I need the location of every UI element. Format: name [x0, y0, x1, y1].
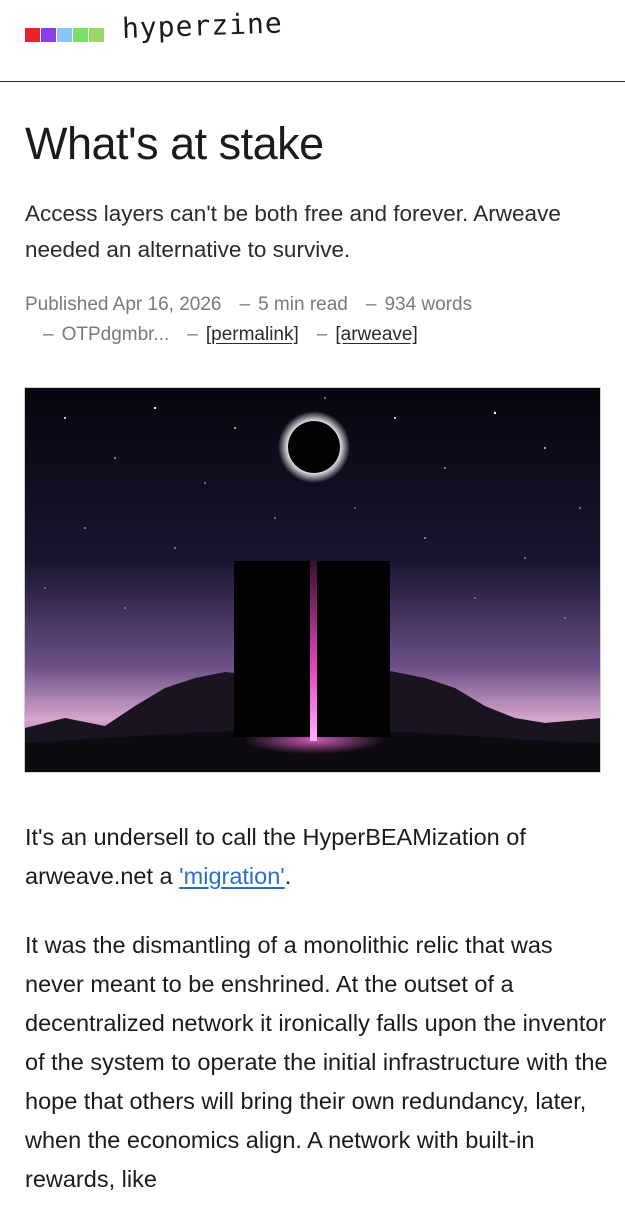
published-date: Published Apr 16, 2026: [25, 294, 222, 315]
author-address[interactable]: OTPdgmbr...: [62, 324, 170, 345]
separator: –: [239, 294, 251, 315]
read-time: 5 min read: [258, 294, 348, 315]
separator: –: [316, 324, 328, 345]
site-header: hyperzine: [0, 0, 625, 82]
separator: –: [43, 324, 54, 345]
paragraph: It's an undersell to call the HyperBEAMi…: [25, 818, 610, 896]
brand-name[interactable]: hyperzine: [121, 6, 283, 45]
light-beam: [310, 561, 317, 741]
separator: –: [187, 324, 198, 345]
logo-square-purple: [41, 28, 56, 42]
article-subtitle: Access layers can't be both free and for…: [25, 201, 561, 262]
migration-link[interactable]: 'migration': [179, 863, 285, 889]
paragraph: It was the dismantling of a monolithic r…: [25, 932, 608, 1192]
arweave-link[interactable]: [arweave]: [335, 324, 417, 345]
eclipse-disc: [288, 421, 340, 473]
separator: –: [365, 294, 377, 315]
logo-square-blue: [57, 28, 72, 42]
logo-icon[interactable]: [25, 28, 104, 42]
eclipse-monolith-illustration: [25, 388, 600, 772]
article-meta: Published Apr 16, 2026–5 min read –934 wo…: [25, 290, 605, 350]
hero-image: [24, 387, 601, 773]
article-body: It's an undersell to call the HyperBEAMi…: [25, 818, 610, 1229]
permalink-link[interactable]: [permalink]: [206, 324, 299, 345]
paragraph-text: .: [284, 863, 292, 889]
logo-square-red: [25, 28, 40, 42]
logo-square-green: [73, 28, 88, 42]
logo-square-lime: [89, 28, 104, 42]
page-title: What's at stake: [25, 118, 324, 169]
word-count: 934 words: [384, 294, 473, 315]
